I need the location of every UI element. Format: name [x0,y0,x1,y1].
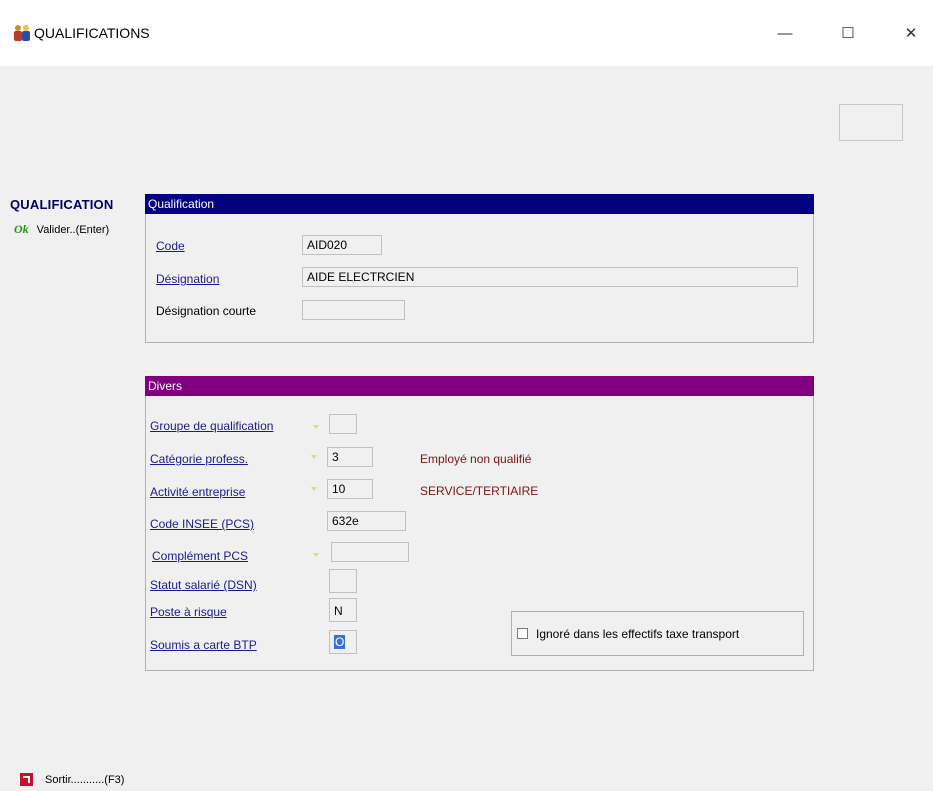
activite-label[interactable]: Activité entreprise [150,485,245,499]
activite-description: SERVICE/TERTIAIRE [420,484,539,498]
complement-field[interactable] [331,542,409,562]
groupe-field[interactable] [329,414,357,434]
poste-field[interactable]: N [329,598,357,622]
statut-field[interactable] [329,569,357,593]
poste-label[interactable]: Poste à risque [150,605,227,619]
people-app-icon [14,25,30,41]
insee-label[interactable]: Code INSEE (PCS) [150,517,254,531]
corner-field [839,104,903,141]
designation-label[interactable]: Désignation [156,272,219,286]
categorie-label[interactable]: Catégorie profess. [150,452,248,466]
groupe-label[interactable]: Groupe de qualification [150,419,273,433]
ignore-checkbox-label[interactable]: Ignoré dans les effectifs taxe transport [536,627,739,641]
divers-header: Divers [145,376,814,396]
btp-label[interactable]: Soumis a carte BTP [150,638,257,652]
complement-label[interactable]: Complément PCS [152,549,248,563]
exit-button[interactable]: Sortir...........(F3) [20,773,124,786]
minimize-icon: — [777,24,793,42]
exit-icon [20,773,33,786]
btp-field[interactable]: O [329,630,357,654]
exit-label: Sortir...........(F3) [45,773,125,786]
minimize-button[interactable]: — [765,18,805,48]
validate-label: Valider..(Enter) [36,223,110,236]
maximize-icon: ☐ [841,25,855,42]
statut-label[interactable]: Statut salarié (DSN) [150,578,257,592]
code-field[interactable]: AID020 [302,235,382,255]
dropdown-arrow-icon[interactable] [313,553,319,557]
validate-button[interactable]: Ok Valider..(Enter) [14,222,109,237]
close-button[interactable]: ✕ [891,18,931,48]
close-icon: ✕ [904,25,918,42]
categorie-description: Employé non qualifié [420,452,532,466]
btp-value: O [334,635,346,649]
dropdown-arrow-icon[interactable] [311,487,317,491]
maximize-button[interactable]: ☐ [828,18,868,48]
qualification-header: Qualification [145,194,814,214]
window-title: QUALIFICATIONS [34,25,150,41]
dropdown-arrow-icon[interactable] [311,455,317,459]
categorie-field[interactable]: 3 [327,447,373,467]
insee-field[interactable]: 632e [327,511,406,531]
ignore-checkbox[interactable] [517,628,528,639]
code-label[interactable]: Code [156,239,185,253]
ok-icon: Ok [14,222,29,236]
sidebar-title: QUALIFICATION [10,197,114,212]
short-designation-field[interactable] [302,300,405,320]
dropdown-arrow-icon[interactable] [313,425,319,429]
title-bar: QUALIFICATIONS — ☐ ✕ [0,0,933,66]
designation-field[interactable]: AIDE ELECTRCIEN [302,267,798,287]
short-designation-label: Désignation courte [156,304,257,318]
activite-field[interactable]: 10 [327,479,373,499]
